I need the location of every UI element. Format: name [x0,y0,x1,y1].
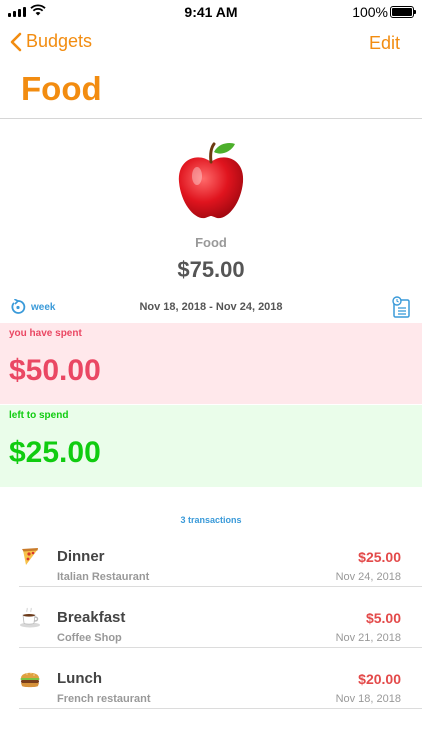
page-title: Food [21,70,102,107]
remaining-panel: left to spend $25.00 [0,405,422,487]
list-item[interactable]: Lunch French restaurant $20.00 Nov 18, 2… [0,660,422,721]
transaction-date: Nov 21, 2018 [335,632,401,644]
transaction-place: Italian Restaurant [57,571,150,583]
back-button-label: Budgets [26,31,93,51]
transaction-place: French restaurant [57,693,151,705]
list-item[interactable]: Dinner Italian Restaurant $25.00 Nov 24,… [0,538,422,599]
transactions-count: 3 transactions [180,515,242,525]
status-bar: 9:41 AM 100% [0,0,422,24]
divider [0,118,422,119]
battery-percent: 100% [352,4,388,20]
transaction-title: Breakfast [57,609,126,626]
divider [19,586,422,587]
period-row: week Nov 18, 2018 - Nov 24, 2018 [0,296,422,320]
edit-button[interactable]: Edit [369,33,400,54]
chevron-left-icon [10,32,22,51]
back-button[interactable]: Budgets [10,31,92,52]
transaction-amount: $5.00 [365,610,401,626]
transaction-date: Nov 18, 2018 [335,693,401,705]
period-range: Nov 18, 2018 - Nov 24, 2018 [139,301,283,313]
transaction-title: Lunch [57,670,102,687]
divider [19,708,422,709]
transactions-list: Dinner Italian Restaurant $25.00 Nov 24,… [0,538,422,721]
remaining-label: left to spend [9,410,69,421]
transaction-amount: $25.00 [358,549,401,565]
budget-name: Food [195,235,227,250]
list-item[interactable]: Breakfast Coffee Shop $5.00 Nov 21, 2018 [0,599,422,660]
transaction-title: Dinner [57,548,105,565]
navigation-bar: Budgets Edit [0,26,422,62]
pizza-icon [22,548,38,565]
transaction-place: Coffee Shop [57,632,122,644]
spent-label: you have spent [9,328,82,339]
transaction-amount: $20.00 [358,671,401,687]
battery-icon [390,6,416,18]
calendar-icon[interactable] [391,295,411,319]
burger-icon [20,672,40,688]
apple-icon [0,140,422,225]
remaining-value: $25.00 [9,436,101,469]
transaction-date: Nov 24, 2018 [335,571,401,583]
divider [19,647,422,648]
spent-panel: you have spent $50.00 [0,323,422,404]
coffee-icon [20,607,40,628]
spent-value: $50.00 [9,354,101,387]
budget-amount: $75.00 [177,257,245,282]
